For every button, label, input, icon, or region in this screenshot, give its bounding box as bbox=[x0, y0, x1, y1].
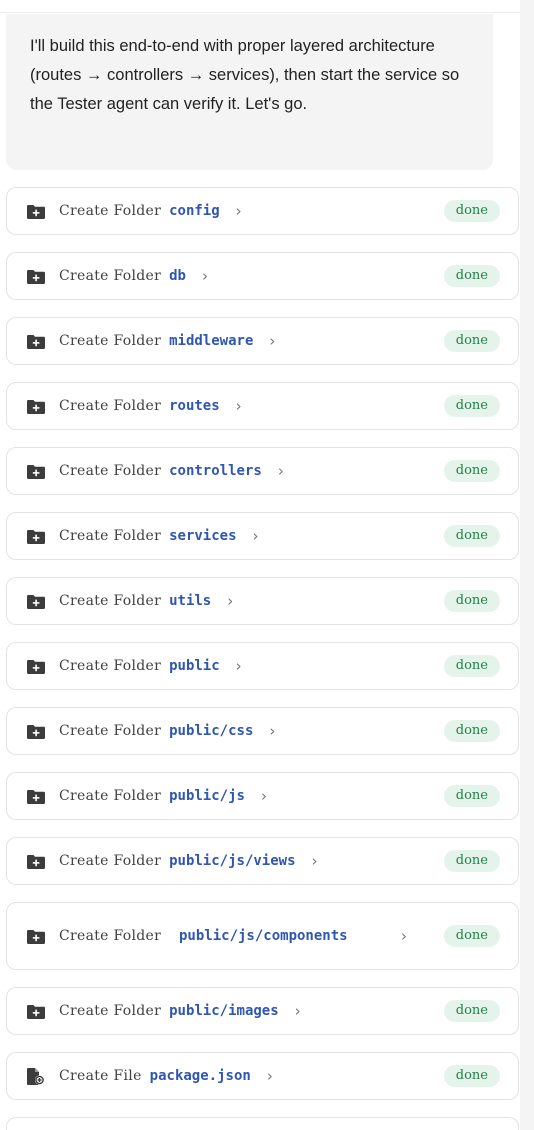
status-badge: done bbox=[443, 330, 500, 352]
tool-call-item[interactable]: Create Folder public/css › done bbox=[6, 707, 519, 755]
tool-call-item[interactable] bbox=[6, 1117, 519, 1130]
chevron-right-icon[interactable]: › bbox=[295, 1002, 301, 1020]
status-badge: done bbox=[443, 1000, 500, 1022]
tool-call-action: Create Folder bbox=[59, 463, 162, 479]
tool-call-item[interactable]: Create Folder services › done bbox=[6, 512, 519, 560]
tool-call-item[interactable]: Create Folder public/js/components › don… bbox=[6, 902, 519, 970]
tool-call-target: services bbox=[169, 528, 237, 544]
status-badge: done bbox=[443, 395, 500, 417]
chevron-right-icon[interactable]: › bbox=[227, 592, 233, 610]
tool-call-target: controllers bbox=[169, 463, 262, 479]
folder-plus-icon bbox=[27, 1003, 45, 1019]
tool-call-target: public/css bbox=[169, 723, 254, 739]
folder-plus-icon bbox=[27, 593, 45, 609]
assistant-message: I'll build this end-to-end with proper l… bbox=[6, 14, 493, 170]
file-plus-icon bbox=[27, 1067, 45, 1085]
tool-call-action: Create Folder bbox=[59, 853, 162, 869]
chevron-right-icon[interactable]: › bbox=[261, 787, 267, 805]
folder-plus-icon bbox=[27, 528, 45, 544]
folder-plus-icon bbox=[27, 658, 45, 674]
folder-plus-icon bbox=[27, 203, 45, 219]
folder-plus-icon bbox=[27, 928, 45, 944]
tool-call-action: Create Folder bbox=[59, 203, 162, 219]
tool-call-target: public bbox=[169, 658, 220, 674]
tool-call-action: Create Folder bbox=[59, 528, 162, 544]
status-badge: done bbox=[443, 720, 500, 742]
status-badge: done bbox=[443, 265, 500, 287]
folder-plus-icon bbox=[27, 268, 45, 284]
status-badge: done bbox=[443, 655, 500, 677]
tool-call-action: Create Folder bbox=[59, 928, 162, 944]
folder-plus-icon bbox=[27, 853, 45, 869]
tool-call-action: Create Folder bbox=[59, 723, 162, 739]
chevron-right-icon[interactable]: › bbox=[236, 657, 242, 675]
tool-call-target: public/js/components bbox=[179, 927, 348, 944]
tool-call-item[interactable]: Create Folder middleware › done bbox=[6, 317, 519, 365]
chevron-right-icon[interactable]: › bbox=[278, 462, 284, 480]
tool-call-item[interactable]: Create Folder controllers › done bbox=[6, 447, 519, 495]
assistant-message-text: I'll build this end-to-end with proper l… bbox=[30, 37, 460, 113]
tool-call-item[interactable]: Create Folder public › done bbox=[6, 642, 519, 690]
status-badge: done bbox=[443, 460, 500, 482]
folder-plus-icon bbox=[27, 463, 45, 479]
chevron-right-icon[interactable]: › bbox=[236, 397, 242, 415]
tool-call-target: package.json bbox=[149, 1068, 251, 1084]
status-badge: done bbox=[443, 1065, 500, 1087]
tool-call-action: Create Folder bbox=[59, 593, 162, 609]
chevron-right-icon[interactable]: › bbox=[267, 1067, 273, 1085]
tool-call-action: Create Folder bbox=[59, 1003, 162, 1019]
tool-call-target: db bbox=[169, 268, 186, 284]
folder-plus-icon bbox=[27, 723, 45, 739]
tool-call-target: utils bbox=[169, 593, 212, 609]
chevron-right-icon[interactable]: › bbox=[269, 722, 275, 740]
chevron-right-icon[interactable]: › bbox=[236, 202, 242, 220]
tool-call-item[interactable]: Create Folder public/js/views › done bbox=[6, 837, 519, 885]
folder-plus-icon bbox=[27, 398, 45, 414]
tool-call-action: Create Folder bbox=[59, 333, 162, 349]
status-badge: done bbox=[443, 850, 500, 872]
chevron-right-icon[interactable]: › bbox=[202, 267, 208, 285]
tool-call-item[interactable]: Create Folder public/images › done bbox=[6, 987, 519, 1035]
status-badge: done bbox=[443, 525, 500, 547]
tool-call-action: Create Folder bbox=[59, 658, 162, 674]
tool-call-target: middleware bbox=[169, 333, 254, 349]
chat-panel: I'll build this end-to-end with proper l… bbox=[0, 0, 534, 1130]
folder-plus-icon bbox=[27, 333, 45, 349]
status-badge: done bbox=[443, 785, 500, 807]
tool-call-item[interactable]: Create Folder config › done bbox=[6, 187, 519, 235]
chevron-right-icon[interactable]: › bbox=[312, 852, 318, 870]
tool-call-item[interactable]: Create Folder public/js › done bbox=[6, 772, 519, 820]
scrollbar[interactable] bbox=[520, 0, 534, 1130]
tool-call-action: Create Folder bbox=[59, 788, 162, 804]
tool-call-item[interactable]: Create Folder routes › done bbox=[6, 382, 519, 430]
chevron-right-icon[interactable]: › bbox=[401, 927, 407, 945]
tool-call-target: routes bbox=[169, 398, 220, 414]
tool-call-target: config bbox=[169, 203, 220, 219]
divider bbox=[0, 12, 520, 13]
tool-call-action: Create Folder bbox=[59, 268, 162, 284]
tool-call-list: Create Folder config › done Create Folde… bbox=[6, 187, 519, 1130]
tool-call-target: public/images bbox=[169, 1003, 279, 1019]
tool-call-action: Create Folder bbox=[59, 398, 162, 414]
tool-call-action: Create File bbox=[59, 1068, 142, 1084]
status-badge: done bbox=[443, 590, 500, 612]
tool-call-item[interactable]: Create Folder utils › done bbox=[6, 577, 519, 625]
tool-call-target: public/js bbox=[169, 788, 245, 804]
status-badge: done bbox=[443, 925, 500, 947]
tool-call-target: public/js/views bbox=[169, 853, 296, 869]
tool-call-item[interactable]: Create File package.json › done bbox=[6, 1052, 519, 1100]
chevron-right-icon[interactable]: › bbox=[253, 527, 259, 545]
scrollbar-thumb[interactable] bbox=[523, 2, 531, 122]
chevron-right-icon[interactable]: › bbox=[269, 332, 275, 350]
tool-call-item[interactable]: Create Folder db › done bbox=[6, 252, 519, 300]
status-badge: done bbox=[443, 200, 500, 222]
folder-plus-icon bbox=[27, 788, 45, 804]
